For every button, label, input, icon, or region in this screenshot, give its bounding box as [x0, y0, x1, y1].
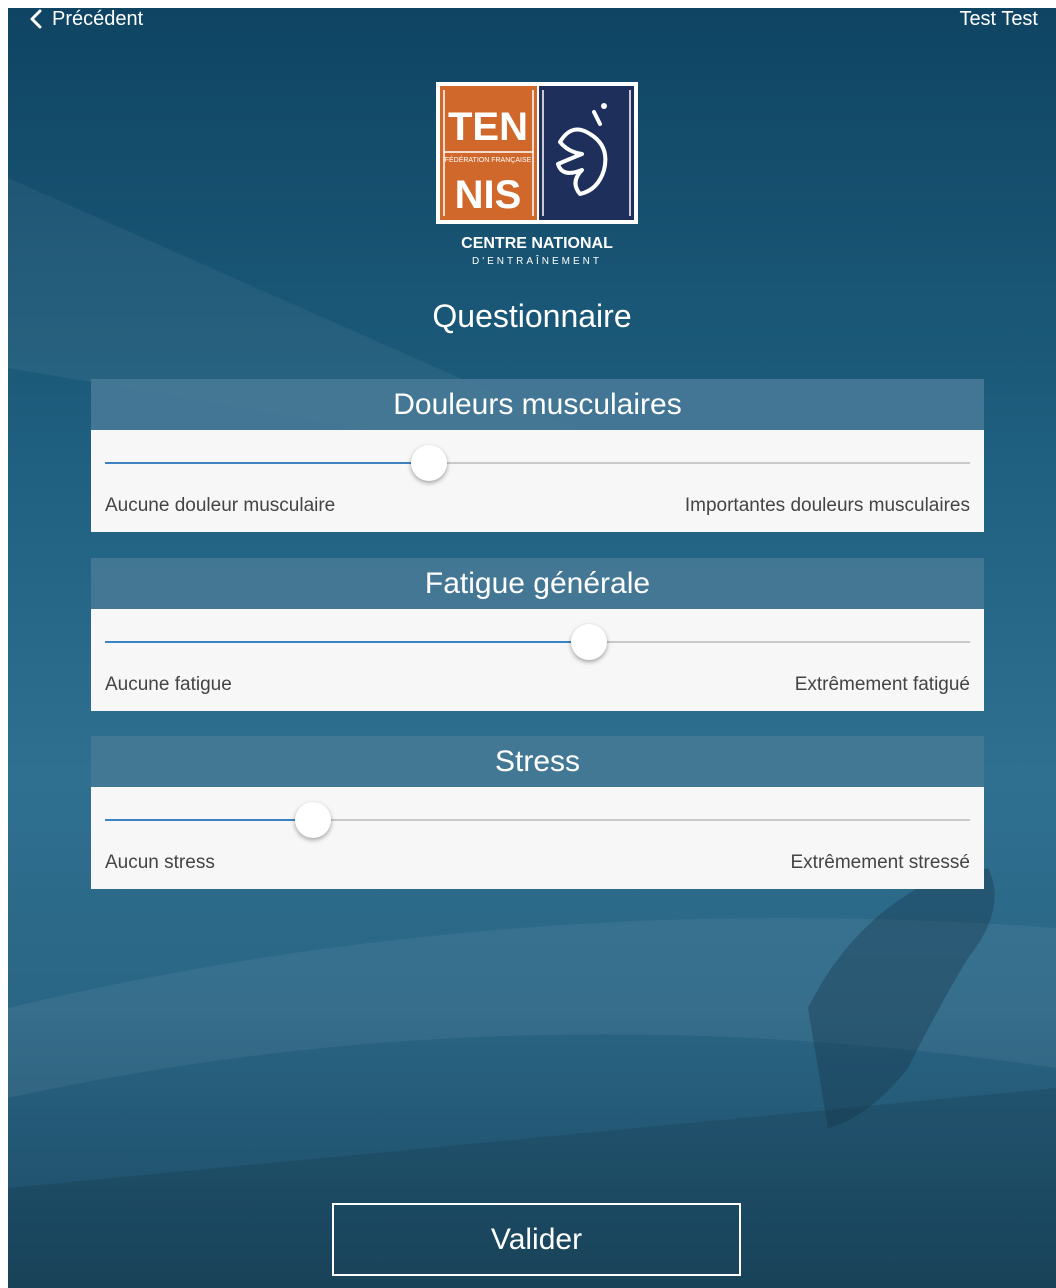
slider-fill — [105, 819, 313, 821]
valider-button[interactable]: Valider — [332, 1203, 741, 1276]
chevron-left-icon — [30, 9, 42, 29]
page-title: Questionnaire — [432, 298, 632, 334]
slider-stress[interactable] — [105, 802, 970, 838]
logo-nis: NIS — [455, 173, 522, 217]
back-label: Précédent — [52, 8, 144, 30]
logo-federation: FÉDÉRATION FRANÇAISE — [445, 155, 532, 164]
slider-max-label: Importantes douleurs musculaires — [684, 495, 970, 516]
slider-min-label: Aucune douleur musculaire — [105, 495, 336, 516]
slider-douleurs[interactable] — [105, 445, 970, 481]
slider-min-label: Aucune fatigue — [105, 674, 232, 695]
slider-thumb[interactable] — [411, 445, 448, 481]
slider-max-label: Extrêmement stressé — [790, 852, 971, 873]
logo-ten: TEN — [448, 105, 528, 149]
question-heading: Fatigue générale — [91, 558, 984, 609]
slider-fill — [105, 641, 590, 643]
fft-logo: TEN FÉDÉRATION FRANÇAISE NIS CENTRE NATI… — [436, 82, 638, 267]
question-card-douleurs: Douleurs musculaires Aucune douleur musc… — [91, 379, 984, 532]
slider-min-label: Aucun stress — [105, 852, 215, 873]
back-button[interactable]: Précédent — [26, 8, 143, 30]
slider-fill — [105, 462, 430, 464]
slider-thumb[interactable] — [571, 624, 608, 660]
question-heading: Stress — [91, 736, 984, 787]
question-body: Aucun stress Extrêmement stressé — [91, 787, 984, 889]
screen: Précédent Test Test TEN FÉDÉRATION FRANÇ… — [8, 8, 1056, 1288]
question-body: Aucune douleur musculaire Importantes do… — [91, 430, 984, 532]
slider-max-label: Extrêmement fatigué — [794, 674, 970, 695]
slider-fatigue[interactable] — [105, 624, 970, 660]
question-body: Aucune fatigue Extrêmement fatigué — [91, 609, 984, 711]
logo-centre: CENTRE NATIONAL — [461, 235, 613, 252]
question-heading: Douleurs musculaires — [91, 379, 984, 430]
user-name: Test Test — [959, 8, 1038, 30]
slider-thumb[interactable] — [294, 802, 331, 838]
logo-entrainement: D'ENTRAÎNEMENT — [472, 254, 602, 267]
question-card-fatigue: Fatigue générale Aucune fatigue Extrêmem… — [91, 558, 984, 711]
question-card-stress: Stress Aucun stress Extrêmement stressé — [91, 736, 984, 889]
top-bar: Précédent Test Test — [8, 8, 1056, 48]
